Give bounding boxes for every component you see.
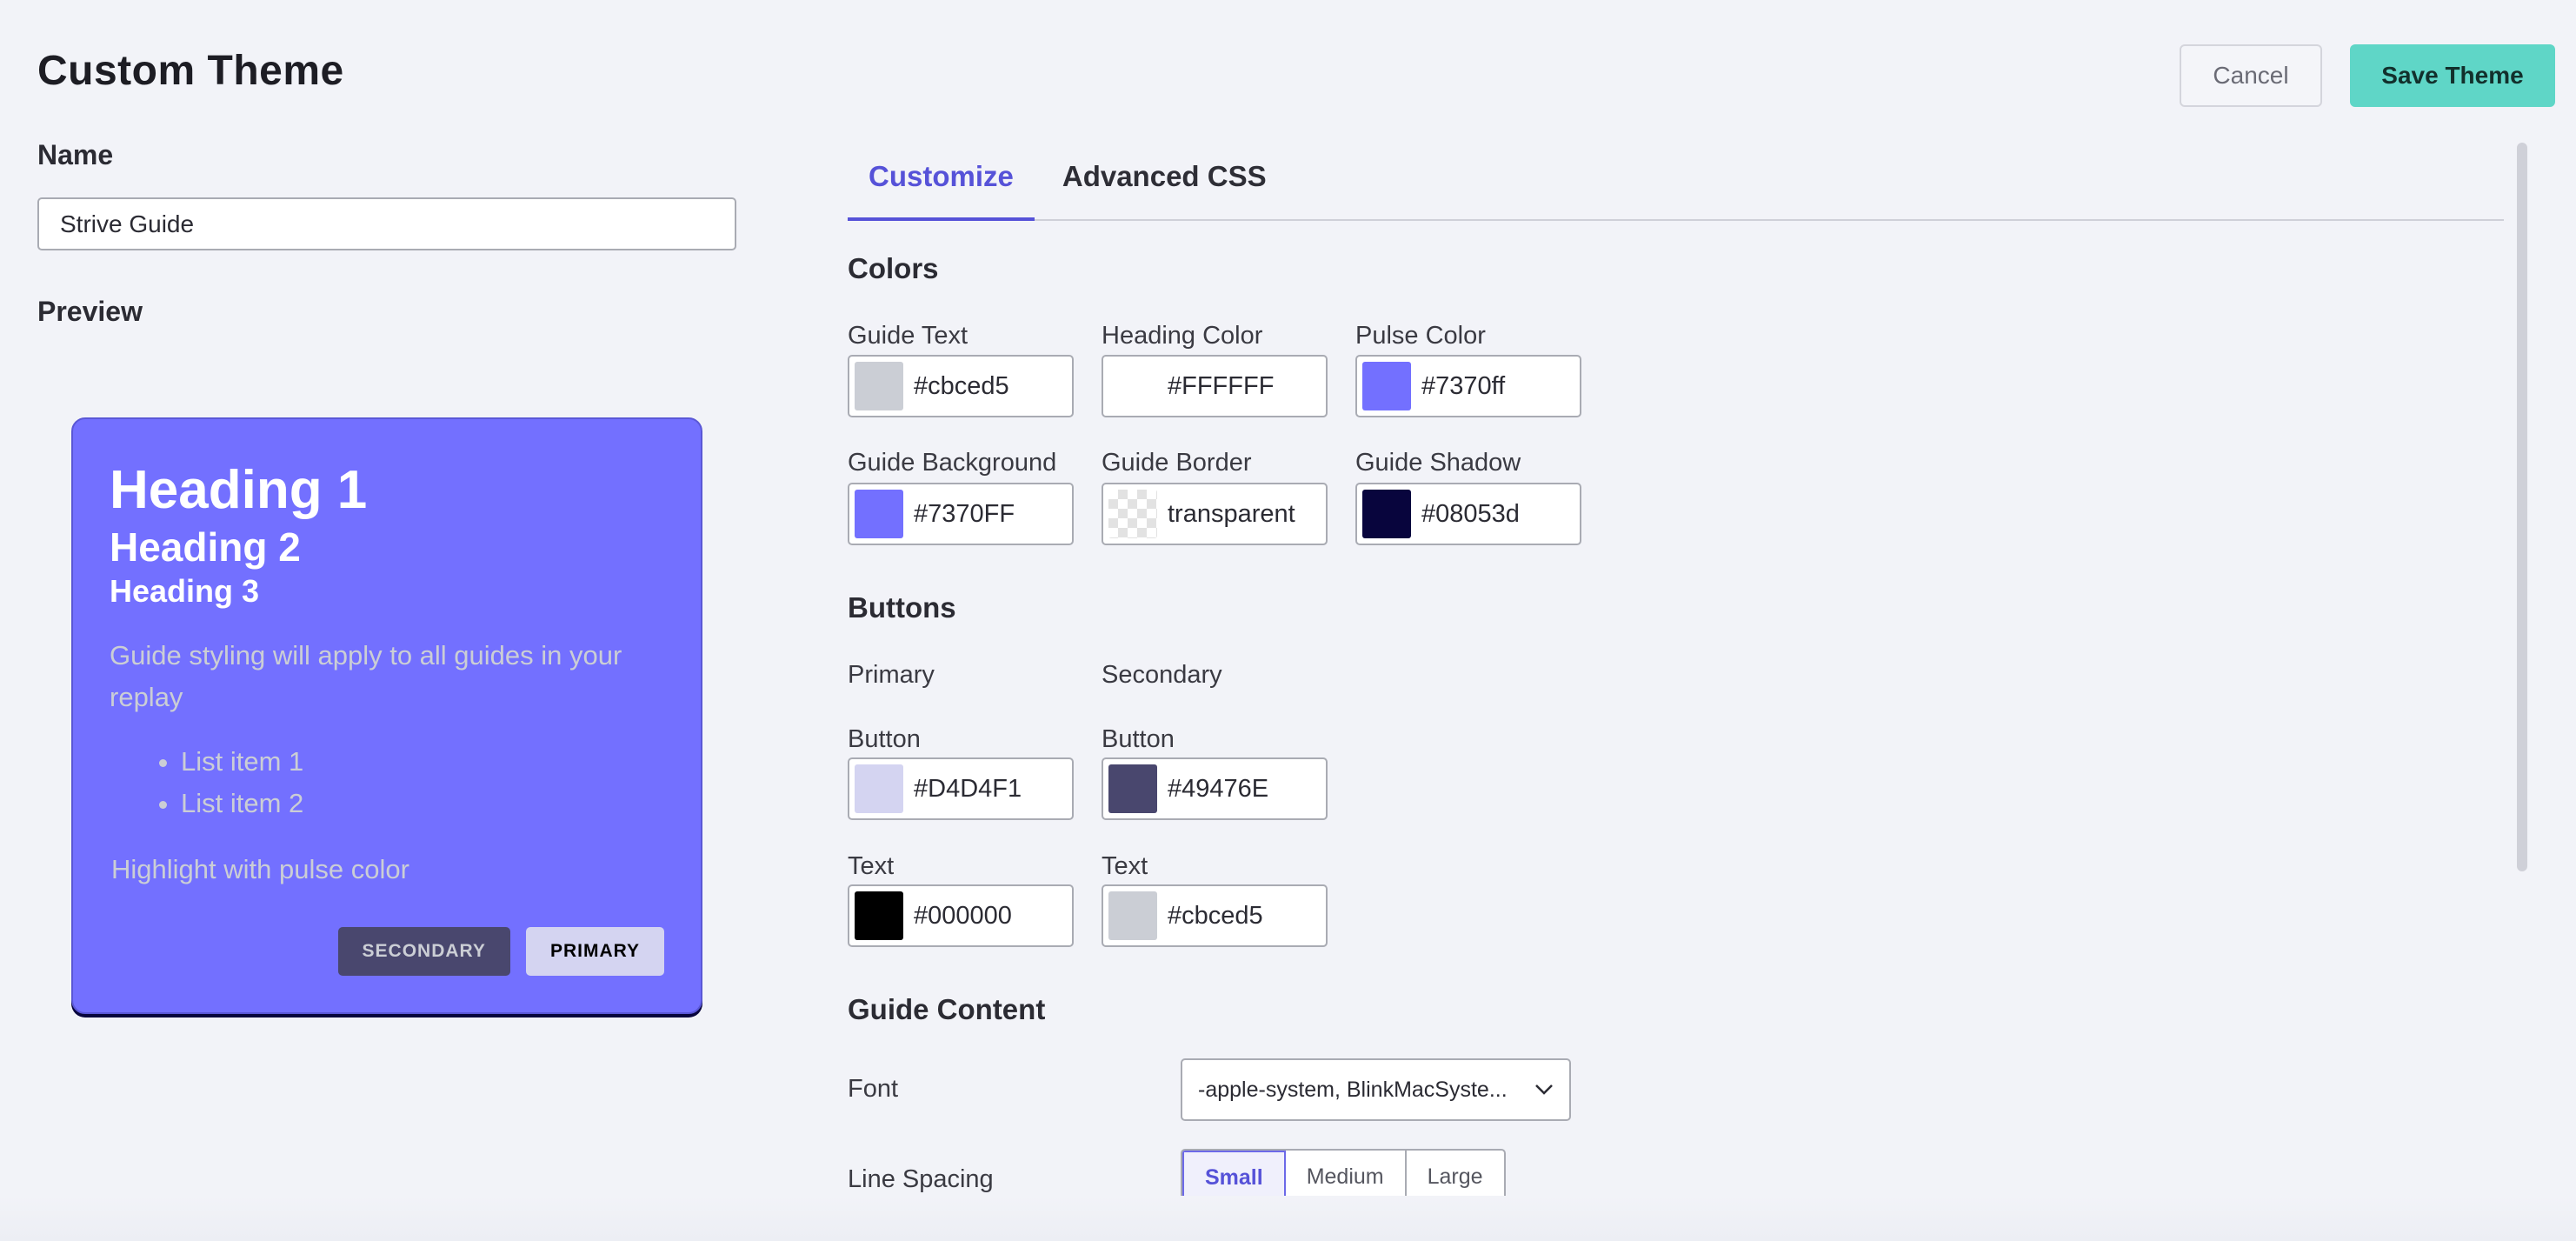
color-value[interactable]: #FFFFFF (1168, 372, 1274, 401)
preview-heading-1: Heading 1 (110, 460, 368, 520)
name-label: Name (37, 139, 114, 170)
color-swatch[interactable] (1108, 362, 1157, 410)
line-spacing-large[interactable]: Large (1407, 1151, 1504, 1201)
guide-text-label: Guide Text (848, 322, 968, 350)
bottom-fade (0, 1196, 2576, 1241)
guide-shadow-label: Guide Shadow (1355, 449, 1521, 477)
line-spacing-label: Line Spacing (848, 1165, 994, 1193)
list-item: List item 2 (181, 783, 664, 824)
colors-section-title: Colors (848, 252, 939, 284)
guide-border-label: Guide Border (1102, 449, 1252, 477)
chevron-down-icon[interactable] (1534, 1084, 1554, 1096)
guide-background-label: Guide Background (848, 449, 1057, 477)
tab-customize[interactable]: Customize (848, 144, 1035, 221)
preview-heading-3: Heading 3 (110, 573, 260, 609)
heading-color-field[interactable]: #FFFFFF (1102, 355, 1328, 417)
color-value[interactable]: #7370FF (914, 500, 1015, 529)
color-value[interactable]: #cbced5 (914, 372, 1009, 401)
font-select[interactable]: -apple-system, BlinkMacSyste... (1181, 1058, 1571, 1121)
line-spacing-small[interactable]: Small (1182, 1151, 1286, 1201)
preview-secondary-button[interactable]: SECONDARY (337, 927, 510, 976)
name-input[interactable] (37, 197, 736, 250)
secondary-text-color-field[interactable]: #cbced5 (1102, 884, 1328, 947)
tab-advanced-css[interactable]: Advanced CSS (1035, 144, 1288, 221)
primary-button-color-label: Button (848, 725, 921, 753)
tab-bar: Customize Advanced CSS (848, 144, 2504, 221)
color-value[interactable]: #cbced5 (1168, 902, 1263, 931)
guide-border-color-field[interactable]: transparent (1102, 483, 1328, 545)
heading-color-label: Heading Color (1102, 322, 1263, 350)
guide-text-color-field[interactable]: #cbced5 (848, 355, 1074, 417)
color-value[interactable]: #000000 (914, 902, 1012, 931)
line-spacing-segmented-control: Small Medium Large (1181, 1149, 1506, 1201)
list-item: List item 1 (181, 741, 664, 783)
preview-primary-button[interactable]: PRIMARY (525, 927, 664, 976)
scrollbar[interactable] (2517, 143, 2527, 871)
preview-heading-2: Heading 2 (110, 524, 301, 570)
color-swatch[interactable] (855, 891, 903, 940)
line-spacing-medium[interactable]: Medium (1286, 1151, 1407, 1201)
guide-background-color-field[interactable]: #7370FF (848, 483, 1074, 545)
color-value[interactable]: #49476E (1168, 775, 1268, 804)
primary-button-color-field[interactable]: #D4D4F1 (848, 757, 1074, 820)
secondary-group-label: Secondary (1102, 661, 1222, 689)
color-swatch[interactable] (1362, 490, 1411, 538)
secondary-button-color-label: Button (1102, 725, 1175, 753)
preview-buttons: SECONDARY PRIMARY (337, 927, 664, 976)
pulse-color-label: Pulse Color (1355, 322, 1486, 350)
color-value[interactable]: #08053d (1421, 500, 1520, 529)
primary-group-label: Primary (848, 661, 935, 689)
buttons-section-title: Buttons (848, 591, 956, 624)
primary-text-color-label: Text (848, 852, 895, 880)
preview-list: List item 1 List item 2 (110, 741, 664, 824)
color-swatch[interactable] (1108, 891, 1157, 940)
pulse-color-field[interactable]: #7370ff (1355, 355, 1581, 417)
color-swatch[interactable] (1108, 764, 1157, 813)
preview-body-text: Guide styling will apply to all guides i… (110, 640, 622, 712)
transparent-swatch-icon[interactable] (1108, 490, 1157, 538)
primary-text-color-field[interactable]: #000000 (848, 884, 1074, 947)
save-theme-button[interactable]: Save Theme (2350, 44, 2555, 107)
cancel-button[interactable]: Cancel (2180, 44, 2322, 107)
color-value[interactable]: #7370ff (1421, 372, 1505, 401)
guide-preview-card: Heading 1 Heading 2 Heading 3 Guide styl… (71, 417, 702, 1014)
color-swatch[interactable] (855, 362, 903, 410)
guide-shadow-color-field[interactable]: #08053d (1355, 483, 1581, 545)
header-actions: Cancel Save Theme (2180, 44, 2555, 107)
color-swatch[interactable] (855, 490, 903, 538)
preview-highlight-text: Highlight with pulse color (111, 854, 409, 884)
guide-content-section-title: Guide Content (848, 993, 1046, 1025)
preview-label: Preview (37, 296, 143, 327)
font-label: Font (848, 1075, 899, 1103)
page-title: Custom Theme (37, 48, 344, 94)
secondary-button-color-field[interactable]: #49476E (1102, 757, 1328, 820)
color-value[interactable]: transparent (1168, 500, 1295, 529)
color-swatch[interactable] (1362, 362, 1411, 410)
color-swatch[interactable] (855, 764, 903, 813)
font-select-value[interactable]: -apple-system, BlinkMacSyste... (1198, 1078, 1534, 1103)
color-value[interactable]: #D4D4F1 (914, 775, 1022, 804)
secondary-text-color-label: Text (1102, 852, 1148, 880)
